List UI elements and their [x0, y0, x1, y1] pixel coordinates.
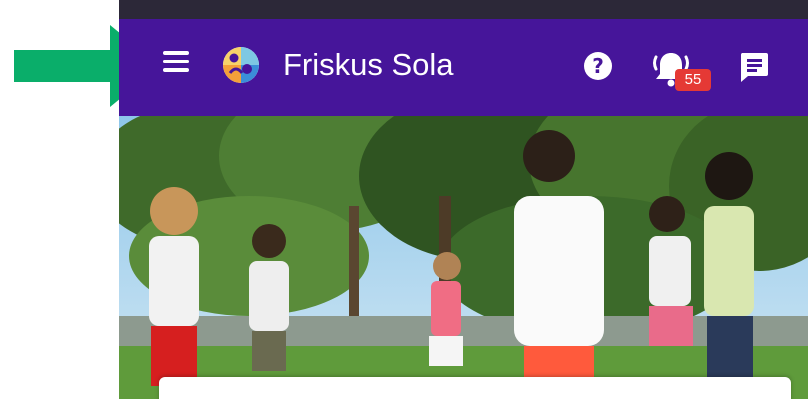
app-screen: Friskus Sola ? 55	[119, 0, 808, 399]
hamburger-menu-icon[interactable]	[163, 51, 189, 77]
status-bar	[119, 0, 808, 19]
notification-count-badge: 55	[675, 69, 711, 91]
help-icon[interactable]: ?	[584, 52, 612, 80]
app-title: Friskus Sola	[283, 47, 454, 82]
app-header: Friskus Sola ? 55	[119, 19, 808, 116]
friskus-logo	[223, 47, 259, 83]
chat-message-icon[interactable]	[739, 51, 769, 83]
hero-image	[119, 116, 808, 399]
content-card	[159, 377, 791, 399]
